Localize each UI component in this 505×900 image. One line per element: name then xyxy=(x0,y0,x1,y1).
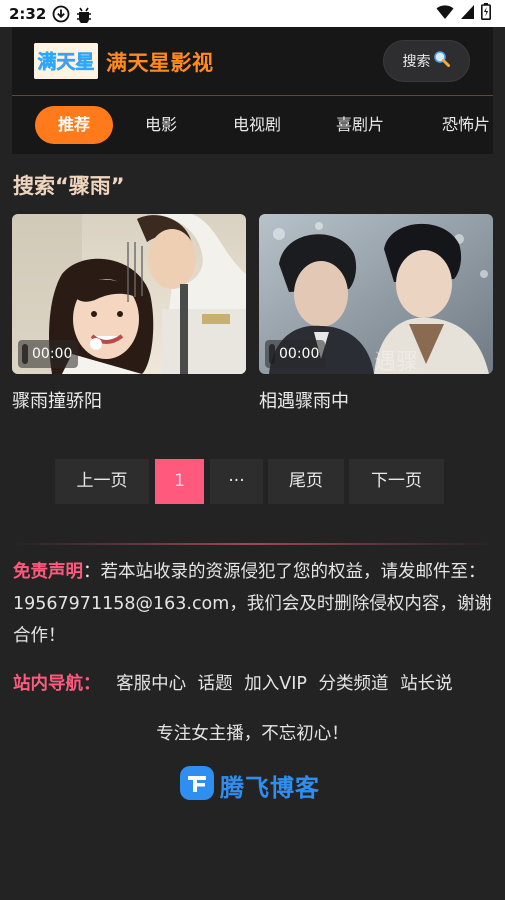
tab-comedy[interactable]: 喜剧片 xyxy=(336,106,384,144)
status-bar: 2:32 xyxy=(0,0,505,27)
sitenav-label: 站内导航： xyxy=(13,674,101,694)
last-page-button[interactable]: 尾页 xyxy=(268,459,344,504)
pagination-ellipsis: ··· xyxy=(210,459,263,504)
search-heading: 搜索“骤雨” xyxy=(13,174,125,198)
tab-movie[interactable]: 电影 xyxy=(145,106,177,144)
result-title[interactable]: 相遇骤雨中 xyxy=(259,387,493,413)
sitenav-link-support[interactable]: 客服中心 xyxy=(116,674,186,694)
prev-page-button[interactable]: 上一页 xyxy=(55,459,149,504)
brand-name: 腾飞博客 xyxy=(220,773,320,802)
site-logo[interactable]: 满天星 xyxy=(34,43,98,79)
tab-recommend[interactable]: 推荐 xyxy=(35,106,113,144)
sitenav-link-categories[interactable]: 分类频道 xyxy=(319,674,389,694)
disclaimer-label: 免责声明 xyxy=(13,562,83,582)
disclaimer-text: ：若本站收录的资源侵犯了您的权益，请发邮件至：19567971158@163.c… xyxy=(13,562,492,646)
sitenav-link-vip[interactable]: 加入VIP xyxy=(244,674,307,694)
search-button[interactable]: 搜索 xyxy=(383,40,470,82)
status-time: 2:32 xyxy=(9,4,47,23)
site-navigation: 站内导航： 客服中心 话题 加入VIP 分类频道 站长说 xyxy=(13,670,495,695)
disclaimer: 免责声明：若本站收录的资源侵犯了您的权益，请发邮件至：19567971158@1… xyxy=(13,556,495,652)
page-1-button[interactable]: 1 xyxy=(155,459,204,504)
tab-tv-series[interactable]: 电视剧 xyxy=(233,106,281,144)
sitenav-link-topics[interactable]: 话题 xyxy=(198,674,233,694)
logo-text: 满天星 xyxy=(37,50,94,73)
next-page-button[interactable]: 下一页 xyxy=(349,459,444,504)
svg-text:遇骤: 遇骤 xyxy=(374,350,418,374)
brand-logo[interactable]: 腾飞博客 xyxy=(180,766,320,804)
result-card[interactable]: 00:00 骤雨撞骄阳 xyxy=(12,214,246,413)
search-button-label: 搜索 xyxy=(402,54,431,70)
search-icon xyxy=(431,50,451,72)
result-card[interactable]: 遇骤 00:00 相遇骤雨中 xyxy=(259,214,493,413)
footer-divider xyxy=(12,543,493,545)
duration-badge: 00:00 xyxy=(265,340,326,368)
result-title[interactable]: 骤雨撞骄阳 xyxy=(12,387,246,413)
debug-icon xyxy=(76,5,92,23)
tab-horror[interactable]: 恐怖片 xyxy=(442,106,490,144)
site-slogan: 专注女主播，不忘初心！ xyxy=(156,724,349,744)
download-icon xyxy=(52,5,70,23)
pagination: 上一页 1 ··· 尾页 下一页 xyxy=(0,459,505,504)
battery-icon xyxy=(481,3,491,24)
sitenav-link-admin[interactable]: 站长说 xyxy=(400,674,453,694)
brand-icon xyxy=(180,766,214,804)
category-nav: 推荐 电影 电视剧 喜剧片 恐怖片 xyxy=(12,96,493,154)
video-thumbnail[interactable]: 遇骤 00:00 xyxy=(259,214,493,374)
site-header: 满天星 满天星影视 搜索 xyxy=(12,27,493,96)
video-thumbnail[interactable]: 00:00 xyxy=(12,214,246,374)
wifi-icon xyxy=(436,4,454,24)
site-name[interactable]: 满天星影视 xyxy=(106,47,214,77)
signal-icon xyxy=(460,4,475,24)
duration-badge: 00:00 xyxy=(18,340,79,368)
